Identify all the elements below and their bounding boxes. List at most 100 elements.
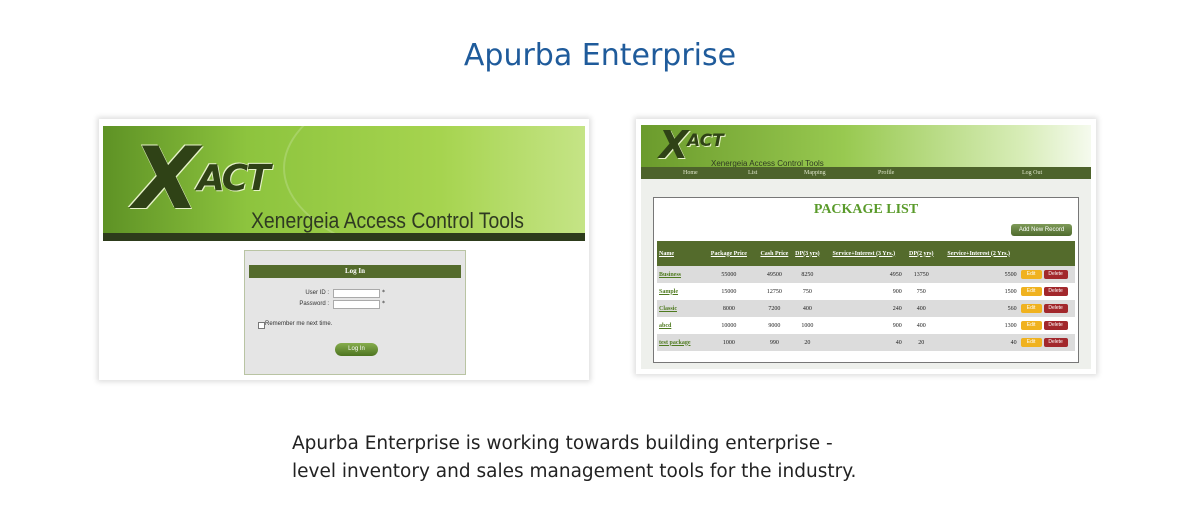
- caption-line-1: Apurba Enterprise is working towards bui…: [292, 433, 833, 454]
- cell-dp2: 20: [903, 334, 939, 351]
- cell-service-interest-2: 5500: [938, 266, 1019, 283]
- cell-service-interest-2: 560: [938, 300, 1019, 317]
- cell-dp2: 400: [903, 300, 939, 317]
- table-row: Business 55000 49500 8250 4950 13750 5500 Edit D…: [657, 266, 1075, 283]
- package-header: X ACT Xenergeia Access Control Tools: [641, 125, 1091, 168]
- cell-package-price: 55000: [699, 266, 758, 283]
- col-dp2[interactable]: DP(2 yrs): [903, 241, 939, 266]
- password-label: Password :: [299, 301, 329, 307]
- xact-logo: X ACT: [133, 136, 271, 222]
- cell-service-interest-2: 1500: [938, 283, 1019, 300]
- password-input[interactable]: [333, 300, 380, 309]
- cell-cash-price: 7200: [757, 300, 791, 317]
- cell-package-price: 1000: [699, 334, 758, 351]
- cell-service-interest-3: 40: [823, 334, 904, 351]
- nav-logout[interactable]: Log Out: [1022, 167, 1042, 179]
- delete-button[interactable]: Delete: [1043, 304, 1068, 313]
- cell-dp2: 750: [903, 283, 939, 300]
- login-banner: X ACT Xenergeia Access Control Tools: [103, 126, 585, 235]
- table-row: test package 1000 990 20 40 20 40 Edit Delete: [657, 334, 1075, 351]
- nav-profile[interactable]: Profile: [878, 167, 894, 179]
- cell-dp3: 750: [790, 283, 824, 300]
- app-subtitle: Xenergeia Access Control Tools: [251, 208, 524, 233]
- cell-actions: Edit Delete: [1018, 300, 1075, 317]
- edit-button[interactable]: Edit: [1020, 304, 1042, 313]
- caption-line-2: level inventory and sales management too…: [292, 461, 857, 482]
- delete-button[interactable]: Delete: [1043, 287, 1068, 296]
- package-list-title: PACKAGE LIST: [813, 202, 919, 217]
- col-dp3[interactable]: DP(3 yrs): [790, 241, 824, 266]
- xact-logo-small: X ACT: [659, 123, 724, 167]
- cell-package-price: 8000: [699, 300, 758, 317]
- cell-package-price: 10000: [699, 317, 758, 334]
- remember-label: Remember me next time.: [265, 321, 333, 327]
- cell-service-interest-3: 240: [823, 300, 904, 317]
- edit-button[interactable]: Edit: [1020, 287, 1042, 296]
- nav-mapping[interactable]: Mapping: [804, 167, 826, 179]
- col-package-price[interactable]: Package Price: [699, 241, 758, 266]
- delete-button[interactable]: Delete: [1043, 321, 1068, 330]
- page-caption: Apurba Enterprise is working towards bui…: [292, 430, 932, 486]
- cell-actions: Edit Delete: [1018, 317, 1075, 334]
- col-actions: [1018, 241, 1075, 266]
- login-button[interactable]: Log In: [335, 343, 378, 356]
- package-list-screenshot: X ACT Xenergeia Access Control Tools Hom…: [636, 119, 1096, 374]
- cell-name[interactable]: test package: [657, 334, 700, 351]
- package-panel: PACKAGE LIST Add New Record Name Package…: [653, 197, 1079, 363]
- cell-name[interactable]: Classic: [657, 300, 700, 317]
- banner-bar: [103, 233, 585, 241]
- edit-button[interactable]: Edit: [1020, 338, 1042, 347]
- top-nav: Home List Mapping Profile Log Out: [641, 167, 1091, 179]
- col-service-interest-3[interactable]: Service+Interest (3 Yrs.): [823, 241, 904, 266]
- cell-actions: Edit Delete: [1018, 266, 1075, 283]
- cell-cash-price: 990: [757, 334, 791, 351]
- required-mark: *: [382, 289, 385, 296]
- cell-dp3: 400: [790, 300, 824, 317]
- package-table: Name Package Price Cash Price DP(3 yrs) …: [657, 241, 1075, 351]
- cell-dp3: 20: [790, 334, 824, 351]
- cell-package-price: 15000: [699, 283, 758, 300]
- nav-home[interactable]: Home: [683, 167, 698, 179]
- cell-service-interest-3: 900: [823, 283, 904, 300]
- logo-act: ACT: [197, 158, 271, 199]
- logo-act: ACT: [687, 131, 724, 151]
- edit-button[interactable]: Edit: [1020, 270, 1042, 279]
- table-row: Classic 8000 7200 400 240 400 560 Edit Delete: [657, 300, 1075, 317]
- col-name[interactable]: Name: [657, 241, 700, 266]
- add-new-record-button[interactable]: Add New Record: [1011, 224, 1072, 236]
- edit-button[interactable]: Edit: [1020, 321, 1042, 330]
- user-id-input[interactable]: [333, 289, 380, 298]
- cell-dp2: 400: [903, 317, 939, 334]
- cell-service-interest-2: 40: [938, 334, 1019, 351]
- cell-cash-price: 49500: [757, 266, 791, 283]
- login-screenshot: X ACT Xenergeia Access Control Tools Log…: [99, 119, 589, 380]
- cell-dp3: 8250: [790, 266, 824, 283]
- login-box-title: Log In: [249, 265, 461, 278]
- cell-service-interest-3: 4950: [823, 266, 904, 283]
- col-cash-price[interactable]: Cash Price: [757, 241, 791, 266]
- cell-dp2: 13750: [903, 266, 939, 283]
- cell-name[interactable]: Sample: [657, 283, 700, 300]
- cell-name[interactable]: abcd: [657, 317, 700, 334]
- cell-actions: Edit Delete: [1018, 334, 1075, 351]
- delete-button[interactable]: Delete: [1043, 338, 1068, 347]
- required-mark: *: [382, 300, 385, 307]
- login-box: Log In User ID : * Password : * Remember…: [244, 250, 466, 375]
- table-row: Sample 15000 12750 750 900 750 1500 Edit Delete: [657, 283, 1075, 300]
- table-header-row: Name Package Price Cash Price DP(3 yrs) …: [657, 241, 1075, 266]
- remember-checkbox[interactable]: [258, 322, 265, 329]
- col-service-interest-2[interactable]: Service+Interest (2 Yrs.): [938, 241, 1019, 266]
- cell-dp3: 1000: [790, 317, 824, 334]
- cell-actions: Edit Delete: [1018, 283, 1075, 300]
- delete-button[interactable]: Delete: [1043, 270, 1068, 279]
- logo-x: X: [133, 129, 199, 229]
- user-id-label: User ID :: [305, 290, 329, 296]
- cell-service-interest-2: 1300: [938, 317, 1019, 334]
- cell-service-interest-3: 900: [823, 317, 904, 334]
- page-title: Apurba Enterprise: [463, 38, 737, 73]
- cell-cash-price: 12750: [757, 283, 791, 300]
- logo-x: X: [659, 123, 689, 167]
- nav-list[interactable]: List: [748, 167, 757, 179]
- cell-name[interactable]: Business: [657, 266, 700, 283]
- table-row: abcd 10000 9000 1000 900 400 1300 Edit Delete: [657, 317, 1075, 334]
